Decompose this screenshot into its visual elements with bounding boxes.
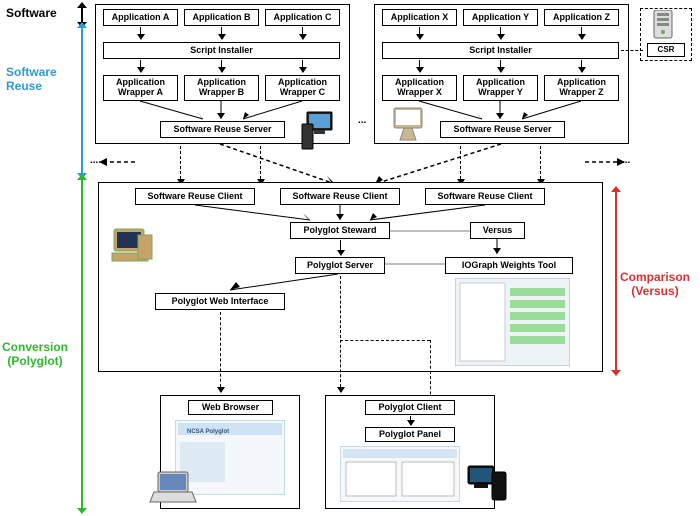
arrow-server-webint: [200, 268, 340, 292]
web-browser-box: Web Browser: [188, 400, 273, 415]
app-c: Application C: [265, 9, 340, 26]
iograph-thumb: [455, 278, 570, 366]
app-x: Application X: [382, 9, 457, 26]
polyglot-web-interface: Polyglot Web Interface: [155, 293, 285, 310]
ellipsis-left: ...: [90, 155, 98, 166]
wrapper-y: Application Wrapper Y: [463, 75, 538, 101]
panel-thumb: [340, 446, 460, 502]
script-installer-right: Script Installer: [382, 42, 619, 59]
server-iograph-grey: [385, 262, 445, 266]
dash-webint-browser: [220, 312, 221, 392]
wrapper-c: Application Wrapper C: [265, 75, 340, 101]
polyglot-panel-box: Polyglot Panel: [365, 427, 455, 442]
versus-box: Versus: [470, 222, 525, 239]
arrow-inst-wz: [581, 60, 582, 72]
wrapper-a: Application Wrapper A: [103, 75, 178, 101]
arrow-inst-wy: [500, 60, 501, 72]
dash-server-right-h: [340, 340, 430, 341]
arrows-clients-steward: [135, 205, 545, 223]
workstation-icon: [462, 462, 510, 508]
arrow-a-installer: [140, 27, 141, 39]
label-software: Software: [6, 6, 57, 20]
reuse-client-1: Software Reuse Client: [135, 188, 255, 205]
steward-versus-link: [390, 230, 470, 232]
arrow-inst-wb: [221, 60, 222, 72]
app-z: Application Z: [544, 9, 619, 26]
laptop-icon: [148, 470, 198, 510]
arrow-b-installer: [221, 27, 222, 39]
arrow-steward-server: [340, 240, 341, 255]
arrow-client-panel: [410, 416, 411, 425]
versus-iograph-link: [440, 239, 560, 259]
wrapper-z: Application Wrapper Z: [544, 75, 619, 101]
label-conversion: Conversion (Polyglot): [2, 340, 68, 368]
app-y: Application Y: [463, 9, 538, 26]
polyglot-client-box: Polyglot Client: [365, 400, 455, 415]
arrow-y-installer: [500, 27, 501, 39]
bracket-software: [78, 8, 86, 22]
reuse-client-3: Software Reuse Client: [425, 188, 545, 205]
wrapper-x: Application Wrapper X: [382, 75, 457, 101]
arrow-x-installer: [419, 27, 420, 39]
wrapper-b: Application Wrapper B: [184, 75, 259, 101]
label-comparison: Comparison (Versus): [620, 270, 690, 298]
arrow-inst-wx: [419, 60, 420, 72]
reuse-client-2: Software Reuse Client: [280, 188, 400, 205]
ellipsis-right: ...: [622, 155, 630, 166]
script-installer-left: Script Installer: [103, 42, 340, 59]
server-icon: [650, 10, 682, 42]
old-pc-icon: [108, 225, 156, 273]
arrow-c-installer: [302, 27, 303, 39]
imac-icon: [388, 106, 430, 148]
iograph-box: IOGraph Weights Tool: [445, 257, 573, 274]
csr-box: CSR: [647, 43, 685, 57]
reuse-server-left: Software Reuse Server: [160, 121, 285, 138]
csr-link: [621, 50, 643, 51]
label-software-reuse: Software Reuse: [6, 65, 57, 93]
dash-server-client: [340, 276, 341, 392]
arrow-inst-wa: [140, 60, 141, 72]
bracket-comparison: [612, 192, 620, 370]
app-b: Application B: [184, 9, 259, 26]
svg-text:NCSA Polyglot: NCSA Polyglot: [187, 429, 229, 435]
polyglot-steward: Polyglot Steward: [290, 222, 390, 239]
reuse-server-right: Software Reuse Server: [440, 121, 565, 138]
arrow-inst-wc: [302, 60, 303, 72]
ellipsis-center: ...: [358, 115, 366, 126]
bracket-reuse: [78, 28, 86, 173]
bracket-conversion: [78, 180, 86, 508]
arrow-z-installer: [581, 27, 582, 39]
app-a: Application A: [103, 9, 178, 26]
